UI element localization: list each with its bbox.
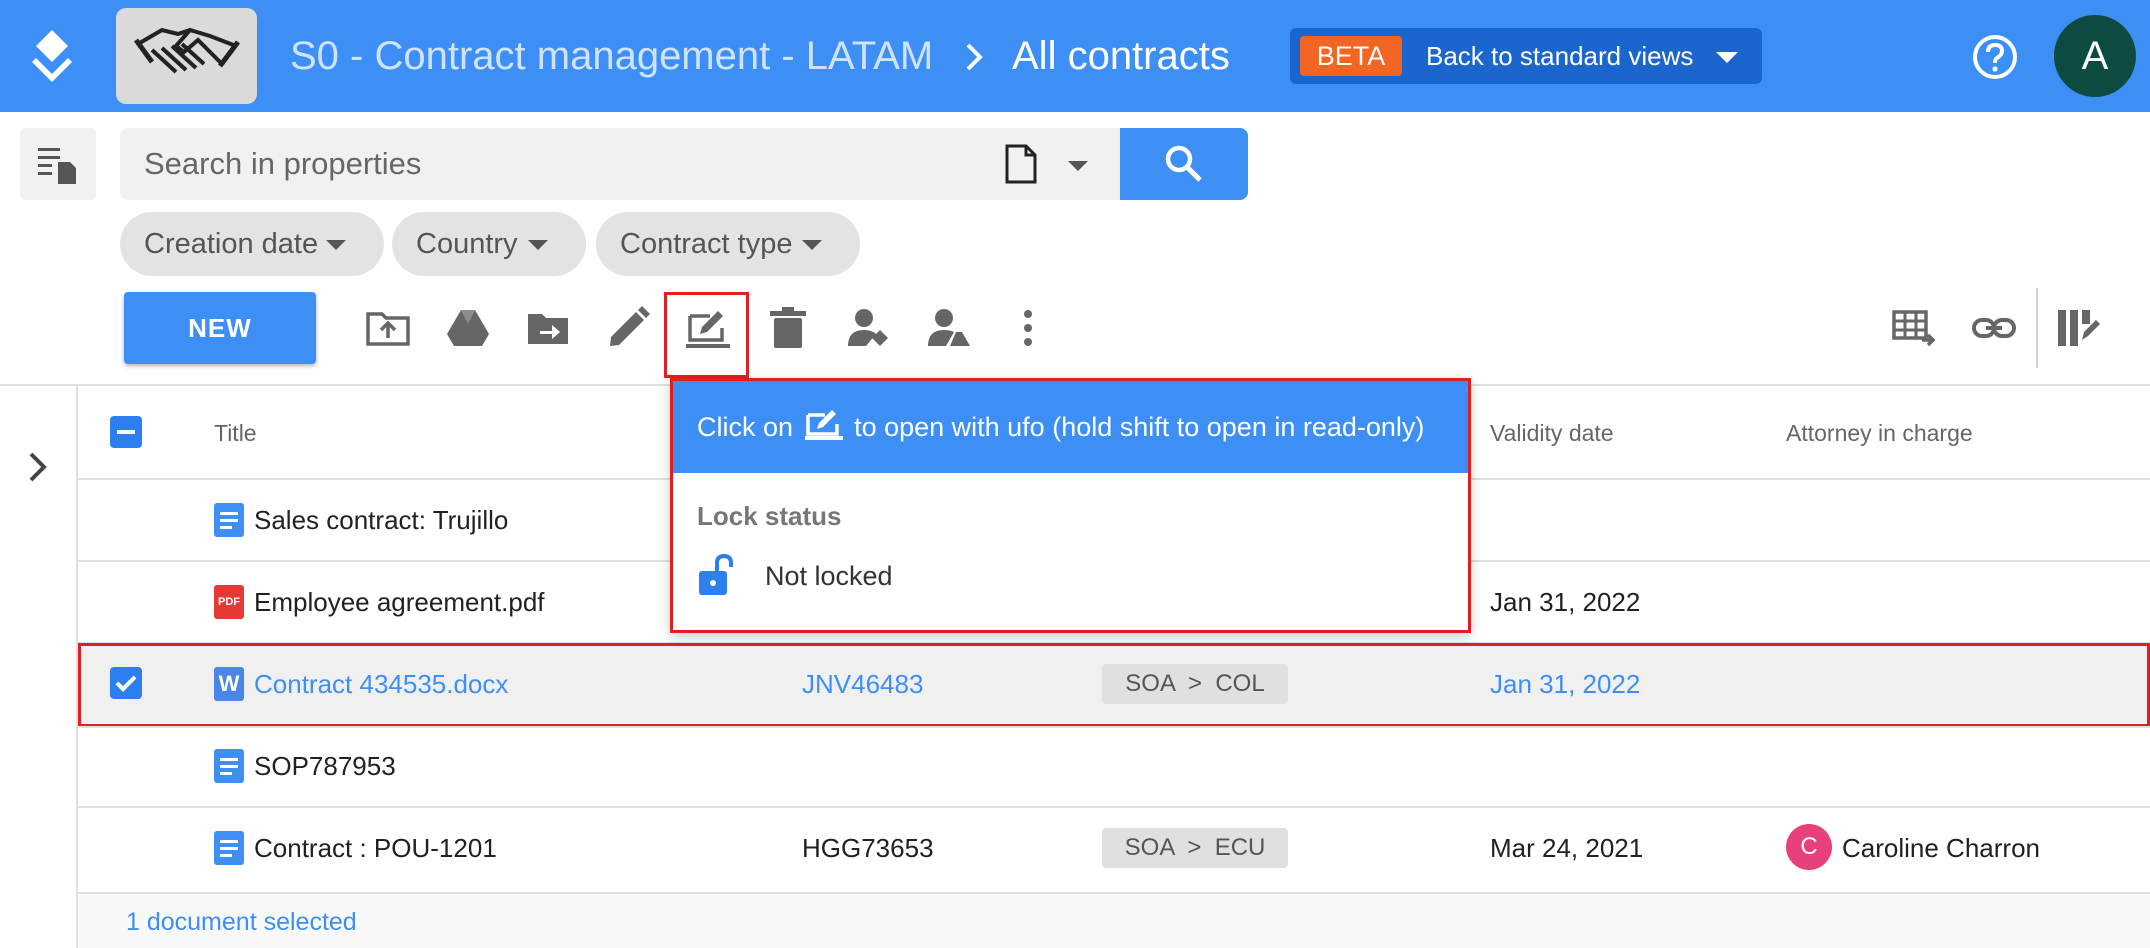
link-icon[interactable] [1972, 306, 2016, 350]
row-divider [78, 806, 2150, 808]
row-validity: Jan 31, 2022 [1490, 587, 1641, 617]
word-file-icon: W [214, 667, 244, 701]
beta-view-switcher[interactable]: BETA Back to standard views [1290, 28, 1762, 84]
open-with-ufo-icon [804, 410, 843, 440]
row-title[interactable]: Contract 434535.docx [254, 668, 508, 700]
upload-icon[interactable] [366, 306, 410, 350]
filter-creation-date[interactable]: Creation date [120, 212, 384, 276]
row-reference: JNV46483 [802, 669, 924, 699]
help-icon[interactable] [1972, 34, 2018, 80]
document-list-toggle-icon[interactable] [20, 128, 96, 200]
column-header-validity[interactable]: Validity date [1490, 418, 1614, 448]
column-header-title[interactable]: Title [214, 418, 257, 448]
tooltip-text-before: Click on [697, 412, 794, 442]
row-validity: Jan 31, 2022 [1490, 669, 1641, 699]
ufo-tooltip: Click on to open with ufo (hold shift to… [670, 378, 1471, 633]
more-vert-icon[interactable] [1006, 306, 1050, 350]
row-checkbox[interactable] [110, 667, 142, 699]
column-header-attorney[interactable]: Attorney in charge [1786, 418, 1973, 448]
share-drive-icon[interactable] [926, 306, 970, 350]
breadcrumb-space[interactable]: S0 - Contract management - LATAM [290, 32, 933, 80]
lock-status-value: Not locked [765, 561, 893, 591]
google-doc-icon [214, 831, 244, 865]
filter-label: Creation date [144, 228, 319, 260]
check-icon [115, 675, 137, 692]
row-title[interactable]: Contract : POU-1201 [254, 832, 497, 864]
caret-down-icon [326, 240, 346, 250]
list-document-icon [38, 148, 76, 184]
doc-type-caret-icon[interactable] [1068, 161, 1088, 171]
caret-down-icon [1716, 52, 1738, 63]
user-avatar[interactable]: A [2054, 15, 2136, 97]
row-title[interactable]: SOP787953 [254, 750, 396, 782]
selection-count: 1 document selected [126, 908, 357, 936]
search-icon [1165, 145, 1202, 182]
edit-icon[interactable] [606, 306, 650, 350]
search-input[interactable] [144, 144, 964, 184]
search-button[interactable] [1120, 128, 1248, 200]
app-logo-icon[interactable] [24, 28, 80, 84]
selection-footer: 1 document selected [78, 892, 2150, 948]
caret-down-icon [528, 240, 548, 250]
search-bar [120, 128, 1120, 200]
breadcrumb-chevron-icon [966, 43, 983, 71]
pdf-file-icon: PDF [214, 585, 244, 619]
document-type-icon[interactable] [1004, 144, 1038, 184]
beta-badge: BETA [1300, 36, 1402, 76]
row-title[interactable]: Sales contract: Trujillo [254, 504, 508, 536]
export-table-icon[interactable] [1892, 306, 1936, 350]
beta-action-label: Back to standard views [1426, 41, 1694, 71]
open-with-ufo-icon[interactable] [686, 306, 730, 350]
filter-label: Contract type [620, 228, 793, 260]
tooltip-text-after: to open with ufo (hold shift to open in … [854, 412, 1425, 442]
indeterminate-icon [117, 430, 135, 434]
attorney-avatar: C [1786, 824, 1832, 870]
assign-user-icon[interactable] [846, 306, 890, 350]
row-title[interactable]: Employee agreement.pdf [254, 586, 545, 618]
move-icon[interactable] [526, 306, 570, 350]
row-validity: Mar 24, 2021 [1490, 833, 1644, 863]
filter-contract-type[interactable]: Contract type [596, 212, 860, 276]
row-country-chip: SOA > COL [1102, 664, 1288, 704]
handshake-icon [133, 27, 240, 74]
delete-icon[interactable] [766, 306, 810, 350]
row-country-chip: SOA > ECU [1102, 828, 1288, 868]
app-root: S0 - Contract management - LATAM All con… [0, 0, 2150, 948]
top-bar: S0 - Contract management - LATAM All con… [0, 0, 2150, 112]
unlock-icon [699, 553, 733, 595]
google-doc-icon [214, 749, 244, 783]
toolbar-divider [2036, 288, 2038, 368]
new-button[interactable]: NEW [124, 292, 316, 364]
tooltip-header: Click on to open with ufo (hold shift to… [673, 381, 1468, 473]
drive-icon[interactable] [446, 306, 490, 350]
row-divider [78, 726, 2150, 728]
column-settings-icon[interactable] [2056, 306, 2100, 350]
lock-status-title: Lock status [697, 501, 842, 531]
row-attorney[interactable]: Caroline Charron [1842, 832, 2040, 864]
filter-country[interactable]: Country [392, 212, 586, 276]
space-thumbnail[interactable] [116, 8, 257, 104]
breadcrumb-view: All contracts [1012, 34, 1230, 78]
select-all-checkbox[interactable] [110, 416, 142, 448]
row-reference: HGG73653 [802, 833, 934, 863]
filter-label: Country [416, 228, 518, 260]
google-doc-icon [214, 503, 244, 537]
expand-panel-icon[interactable] [22, 450, 52, 484]
caret-down-icon [802, 240, 822, 250]
